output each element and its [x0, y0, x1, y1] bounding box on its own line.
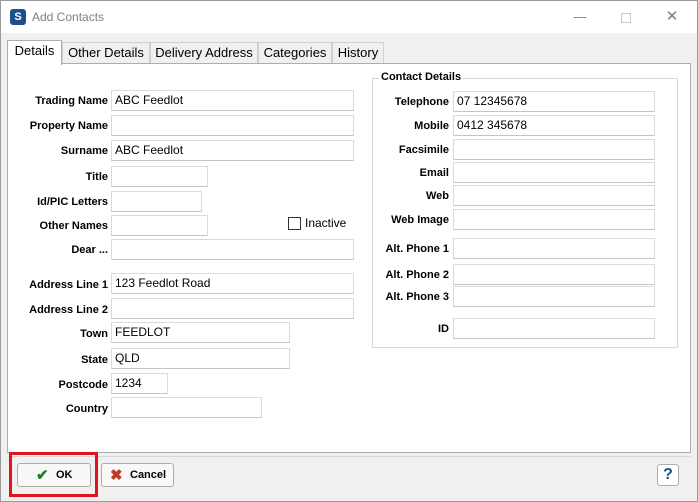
help-button[interactable]: ? [657, 464, 679, 486]
alt-phone-3-label: Alt. Phone 3 [385, 291, 449, 303]
dear-input[interactable] [111, 239, 354, 260]
title-label: Title [85, 171, 108, 183]
facsimile-label: Facsimile [398, 144, 449, 156]
surname-label: Surname [60, 145, 108, 157]
property-name-label: Property Name [29, 120, 108, 132]
mobile-label: Mobile [414, 120, 449, 132]
footer-divider [7, 456, 691, 457]
tab-categories[interactable]: Categories [258, 42, 332, 63]
dear-label: Dear ... [71, 244, 108, 256]
mobile-input[interactable]: 0412 345678 [453, 115, 655, 136]
town-input[interactable]: FEEDLOT [111, 322, 290, 343]
tab-details[interactable]: Details [7, 40, 62, 65]
id-label: ID [438, 323, 449, 335]
title-bar: S Add Contacts — ✕ [1, 1, 697, 33]
tab-other-details[interactable]: Other Details [62, 42, 150, 63]
country-input[interactable] [111, 397, 262, 418]
surname-input[interactable]: ABC Feedlot [111, 140, 354, 161]
postcode-label: Postcode [58, 379, 108, 391]
maximize-icon [621, 12, 631, 23]
window-title: Add Contacts [32, 10, 105, 24]
add-contacts-window: S Add Contacts — ✕ Details Other Details… [0, 0, 698, 502]
alt-phone-3-input[interactable] [453, 286, 655, 307]
telephone-label: Telephone [394, 96, 449, 108]
other-names-label: Other Names [39, 220, 108, 232]
trading-name-input[interactable]: ABC Feedlot [111, 90, 354, 111]
postcode-input[interactable]: 1234 [111, 373, 168, 394]
address-line-1-input[interactable]: 123 Feedlot Road [111, 273, 354, 294]
cancel-button-label: Cancel [130, 469, 167, 481]
tab-history[interactable]: History [332, 42, 384, 63]
inactive-label: Inactive [305, 216, 347, 230]
id-input[interactable] [453, 318, 655, 339]
alt-phone-2-label: Alt. Phone 2 [385, 269, 449, 281]
town-label: Town [80, 328, 108, 340]
address-line-2-input[interactable] [111, 298, 354, 319]
tab-delivery-address[interactable]: Delivery Address [150, 42, 258, 63]
cross-icon: ✖ [110, 467, 123, 484]
ok-highlight-box [9, 452, 98, 497]
alt-phone-2-input[interactable] [453, 264, 655, 285]
web-input[interactable] [453, 185, 655, 206]
address-line-2-label: Address Line 2 [29, 304, 108, 316]
inactive-checkbox[interactable] [288, 217, 301, 230]
state-label: State [81, 354, 108, 366]
telephone-input[interactable]: 07 12345678 [453, 91, 655, 112]
alt-phone-1-label: Alt. Phone 1 [385, 243, 449, 255]
state-input[interactable]: QLD [111, 348, 290, 369]
contact-details-title: Contact Details [379, 71, 464, 83]
trading-name-label: Trading Name [35, 95, 108, 107]
cancel-button[interactable]: ✖ Cancel [101, 463, 174, 487]
title-input[interactable] [111, 166, 208, 187]
close-button[interactable]: ✕ [649, 1, 695, 33]
email-input[interactable] [453, 162, 655, 183]
contact-details-group: Contact Details Telephone 07 12345678 Mo… [372, 71, 678, 348]
email-label: Email [419, 167, 449, 179]
maximize-button[interactable] [603, 1, 649, 33]
country-label: Country [65, 403, 108, 415]
minimize-button[interactable]: — [557, 1, 603, 33]
alt-phone-1-input[interactable] [453, 238, 655, 259]
address-line-1-label: Address Line 1 [29, 279, 108, 291]
web-image-label: Web Image [391, 214, 449, 226]
details-panel: Trading Name ABC Feedlot Property Name S… [7, 63, 691, 453]
id-pic-input[interactable] [111, 191, 202, 212]
id-pic-label: Id/PIC Letters [37, 196, 108, 208]
app-logo-icon: S [10, 9, 26, 25]
other-names-input[interactable] [111, 215, 208, 236]
web-label: Web [425, 190, 449, 202]
property-name-input[interactable] [111, 115, 354, 136]
facsimile-input[interactable] [453, 139, 655, 160]
help-icon: ? [663, 466, 673, 483]
web-image-input[interactable] [453, 209, 655, 230]
